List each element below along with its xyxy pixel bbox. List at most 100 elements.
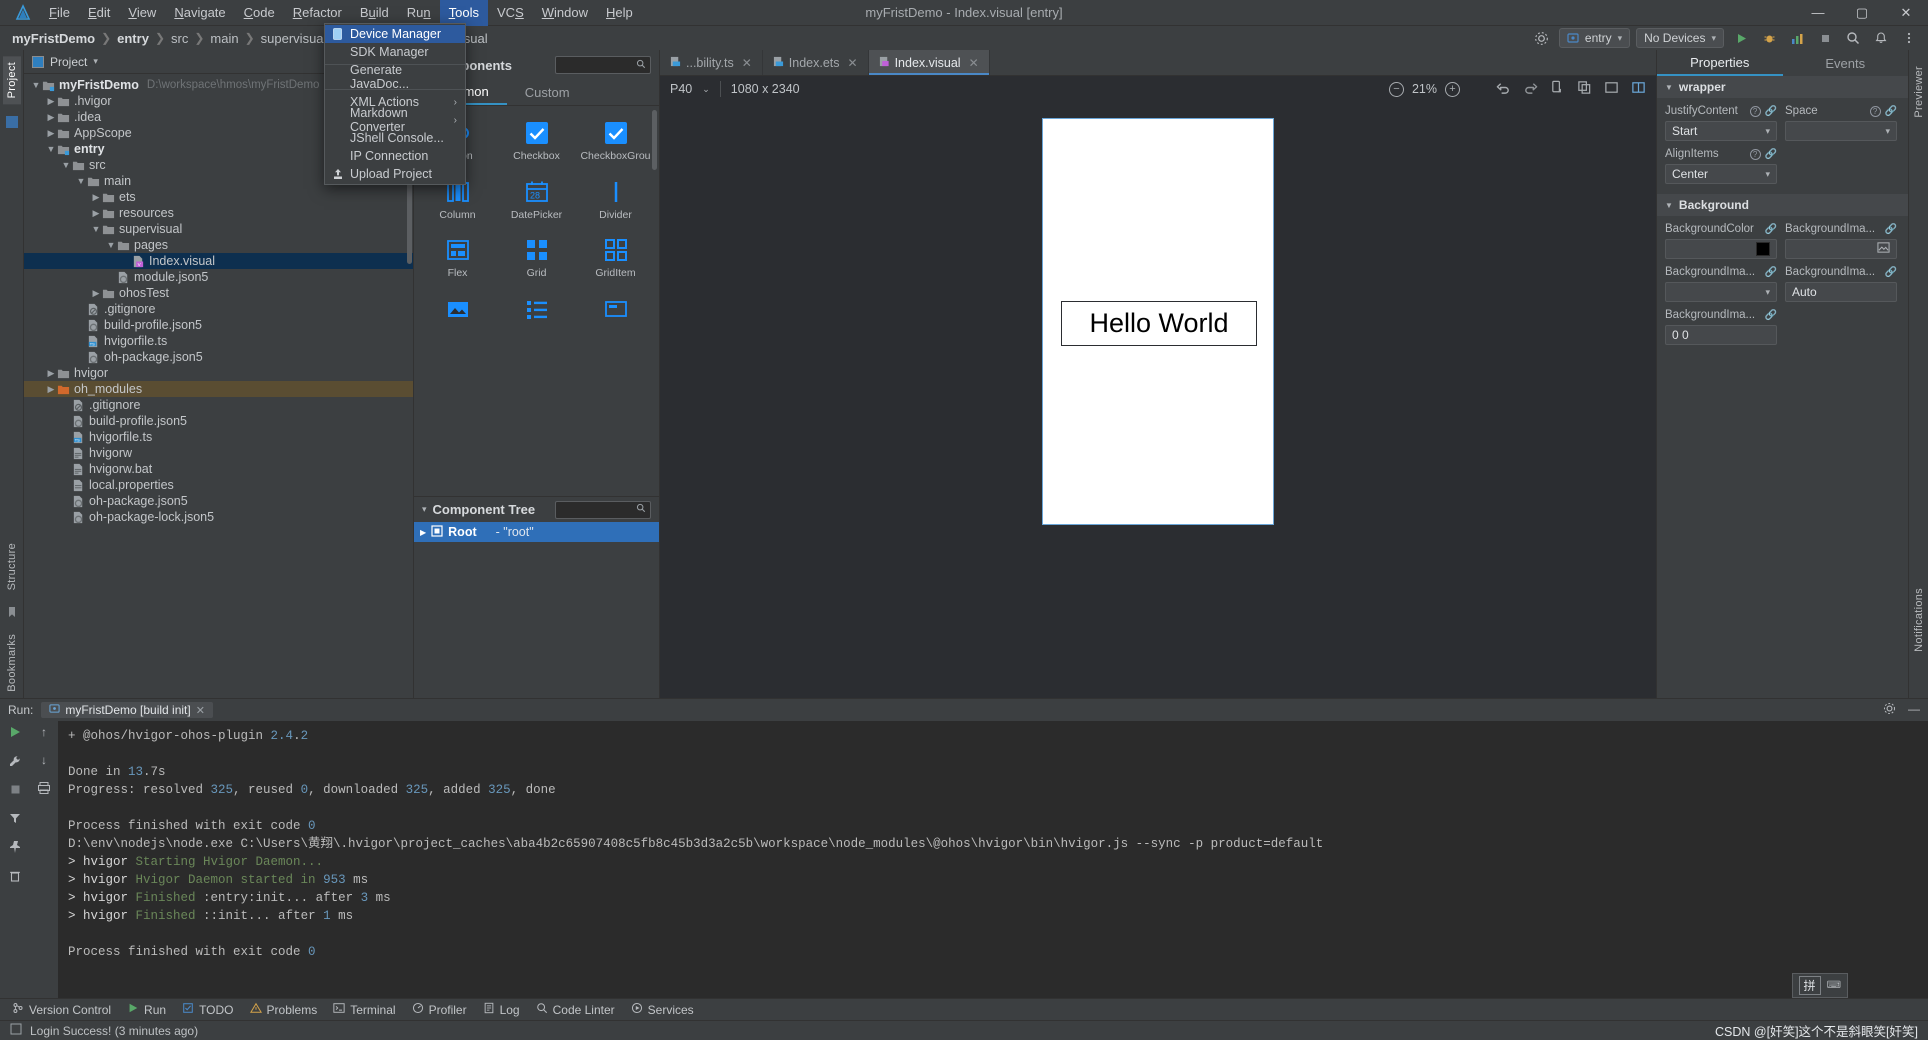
expand-arrow-icon[interactable]: ▶ xyxy=(420,528,426,537)
frame-icon[interactable] xyxy=(1604,80,1619,98)
menu-file[interactable]: File xyxy=(40,0,79,26)
tree-row-hvigor[interactable]: ▶ hvigor xyxy=(24,365,413,381)
filter-icon[interactable] xyxy=(8,811,22,828)
tree-row-hvigorw-bat[interactable]: hvigorw.bat xyxy=(24,461,413,477)
image-picker-icon[interactable] xyxy=(1877,241,1890,257)
more-icon[interactable] xyxy=(1898,28,1920,48)
sidebar-item-notifications[interactable]: Notifications xyxy=(1910,582,1928,658)
menu-navigate[interactable]: Navigate xyxy=(165,0,234,26)
section-header-wrapper[interactable]: ▼ wrapper xyxy=(1657,76,1908,98)
layout-icon[interactable] xyxy=(1631,80,1646,98)
device-rotate-icon[interactable] xyxy=(1550,80,1565,98)
component-item-griditem[interactable]: GridItem xyxy=(576,231,655,286)
menu-item-device-manager[interactable]: Device Manager xyxy=(325,25,465,43)
help-icon[interactable]: ? xyxy=(1749,105,1761,117)
run-tab[interactable]: myFristDemo [build init] ✕ xyxy=(41,702,213,718)
tree-row-index-visual[interactable]: V Index.visual xyxy=(24,253,413,269)
print-icon[interactable] xyxy=(37,781,51,798)
backgroundcolor-input[interactable] xyxy=(1665,239,1777,259)
help-icon[interactable]: ? xyxy=(1749,148,1761,160)
breadcrumb-supervisual[interactable]: supervisual xyxy=(259,31,329,46)
link-icon[interactable]: 🔗 xyxy=(1765,106,1777,117)
close-button[interactable]: ✕ xyxy=(1884,0,1928,26)
tree-row-ets[interactable]: ▶ ets xyxy=(24,189,413,205)
link-icon[interactable]: 🔗 xyxy=(1885,267,1897,278)
component-item-checkboxgrou[interactable]: CheckboxGrou xyxy=(576,114,655,169)
tree-row-oh-package-lock-json5[interactable]: oh-package-lock.json5 xyxy=(24,509,413,525)
chevron-down-icon[interactable]: ▼ xyxy=(60,160,72,170)
chevron-down-icon[interactable]: ▼ xyxy=(30,80,42,90)
section-header-background[interactable]: ▼ Background xyxy=(1657,194,1908,216)
chevron-down-icon[interactable]: ▼ xyxy=(105,240,117,250)
close-icon[interactable]: ✕ xyxy=(196,704,205,717)
component-item-checkbox[interactable]: Checkbox xyxy=(497,114,576,169)
bottom-tool-version-control[interactable]: Version Control xyxy=(12,1002,111,1017)
component-tree-body[interactable]: ▶ Root - "root" xyxy=(414,522,659,698)
menu-item-generate-javadoc[interactable]: Generate JavaDoc... xyxy=(325,63,465,91)
breadcrumb-entry[interactable]: entry xyxy=(115,31,151,46)
tab-custom[interactable]: Custom xyxy=(507,80,588,105)
sidebar-item-project[interactable]: Project xyxy=(2,56,21,105)
tree-row-module-json5[interactable]: module.json5 xyxy=(24,269,413,285)
alignitems-select[interactable]: Center ▾ xyxy=(1665,164,1777,184)
tree-row-build-profile-json5[interactable]: build-profile.json5 xyxy=(24,317,413,333)
undo-icon[interactable] xyxy=(1496,80,1511,98)
hello-world-component[interactable]: Hello World xyxy=(1061,301,1257,346)
chevron-right-icon[interactable]: ▶ xyxy=(90,208,102,219)
breadcrumb-main[interactable]: main xyxy=(208,31,240,46)
minimize-button[interactable]: — xyxy=(1796,0,1840,26)
tree-row-pages[interactable]: ▼ pages xyxy=(24,237,413,253)
bottom-tool-services[interactable]: Services xyxy=(631,1002,694,1017)
preview-canvas[interactable]: Hello World xyxy=(660,102,1656,698)
up-icon[interactable]: ↑ xyxy=(41,725,47,739)
bottom-tool-problems[interactable]: Problems xyxy=(249,1002,317,1017)
menu-vcs[interactable]: VCS xyxy=(488,0,533,26)
chevron-down-icon[interactable]: ▼ xyxy=(75,176,87,186)
breadcrumb-src[interactable]: src xyxy=(169,31,190,46)
tree-row-hvigorw[interactable]: hvigorw xyxy=(24,445,413,461)
stop-icon[interactable] xyxy=(9,783,22,799)
component-item-list[interactable] xyxy=(497,290,576,333)
chevron-right-icon[interactable]: ▶ xyxy=(90,192,102,203)
component-item-divider[interactable]: Divider xyxy=(576,173,655,228)
bottom-tool-code-linter[interactable]: Code Linter xyxy=(536,1002,615,1017)
device-preset-label[interactable]: P40 xyxy=(670,82,692,96)
tree-row-ohostest[interactable]: ▶ ohosTest xyxy=(24,285,413,301)
backgroundimage-repeat-select[interactable]: ▾ xyxy=(1665,282,1777,302)
menu-edit[interactable]: Edit xyxy=(79,0,119,26)
bottom-tool-run[interactable]: Run xyxy=(127,1002,166,1017)
editor-tabs[interactable]: ...bility.ts ✕ Index.ets ✕ Index.visual … xyxy=(660,50,1656,76)
chevron-right-icon[interactable]: ▶ xyxy=(45,368,57,379)
menu-item-ip-connection[interactable]: IP Connection xyxy=(325,147,465,165)
device-selector[interactable]: No Devices ▾ xyxy=(1636,28,1724,48)
run-icon[interactable] xyxy=(1730,28,1752,48)
sidebar-item-structure[interactable]: Structure xyxy=(3,537,21,596)
backgroundimage-input[interactable] xyxy=(1785,239,1897,259)
menu-build[interactable]: Build xyxy=(351,0,398,26)
tab-properties[interactable]: Properties xyxy=(1657,50,1783,76)
profile-icon[interactable] xyxy=(1786,28,1808,48)
justifycontent-select[interactable]: Start ▾ xyxy=(1665,121,1777,141)
menu-view[interactable]: View xyxy=(119,0,165,26)
pin-icon[interactable] xyxy=(8,840,22,857)
zoom-in-button[interactable]: + xyxy=(1445,81,1460,97)
link-icon[interactable]: 🔗 xyxy=(1765,149,1777,160)
chevron-right-icon[interactable]: ▶ xyxy=(45,384,57,395)
backgroundimage-position-input[interactable]: 0 0 xyxy=(1665,325,1777,345)
space-select[interactable]: ▾ xyxy=(1785,121,1897,141)
components-scrollbar[interactable] xyxy=(652,110,657,170)
gear-icon[interactable] xyxy=(1883,702,1896,718)
chevron-right-icon[interactable]: ▶ xyxy=(45,128,57,139)
tools-dropdown-menu[interactable]: Device Manager SDK Manager Generate JavaDo… xyxy=(324,23,466,185)
menu-item-markdown-converter[interactable]: Markdown Converter › xyxy=(325,106,465,134)
link-icon[interactable]: 🔗 xyxy=(1765,267,1777,278)
chevron-down-icon[interactable]: ⌄ xyxy=(702,84,710,95)
component-item-panel[interactable] xyxy=(576,290,655,333)
link-icon[interactable]: 🔗 xyxy=(1885,224,1897,235)
tree-row-hvigorfile-ts[interactable]: TS hvigorfile.ts xyxy=(24,333,413,349)
console-output[interactable]: + @ohos/hvigor-ohos-plugin 2.4.2 Done in… xyxy=(58,721,1928,998)
breadcrumb-myFristDemo[interactable]: myFristDemo xyxy=(10,31,97,46)
link-icon[interactable]: 🔗 xyxy=(1885,106,1897,117)
search-icon[interactable] xyxy=(1842,28,1864,48)
component-item-grid[interactable]: Grid xyxy=(497,231,576,286)
